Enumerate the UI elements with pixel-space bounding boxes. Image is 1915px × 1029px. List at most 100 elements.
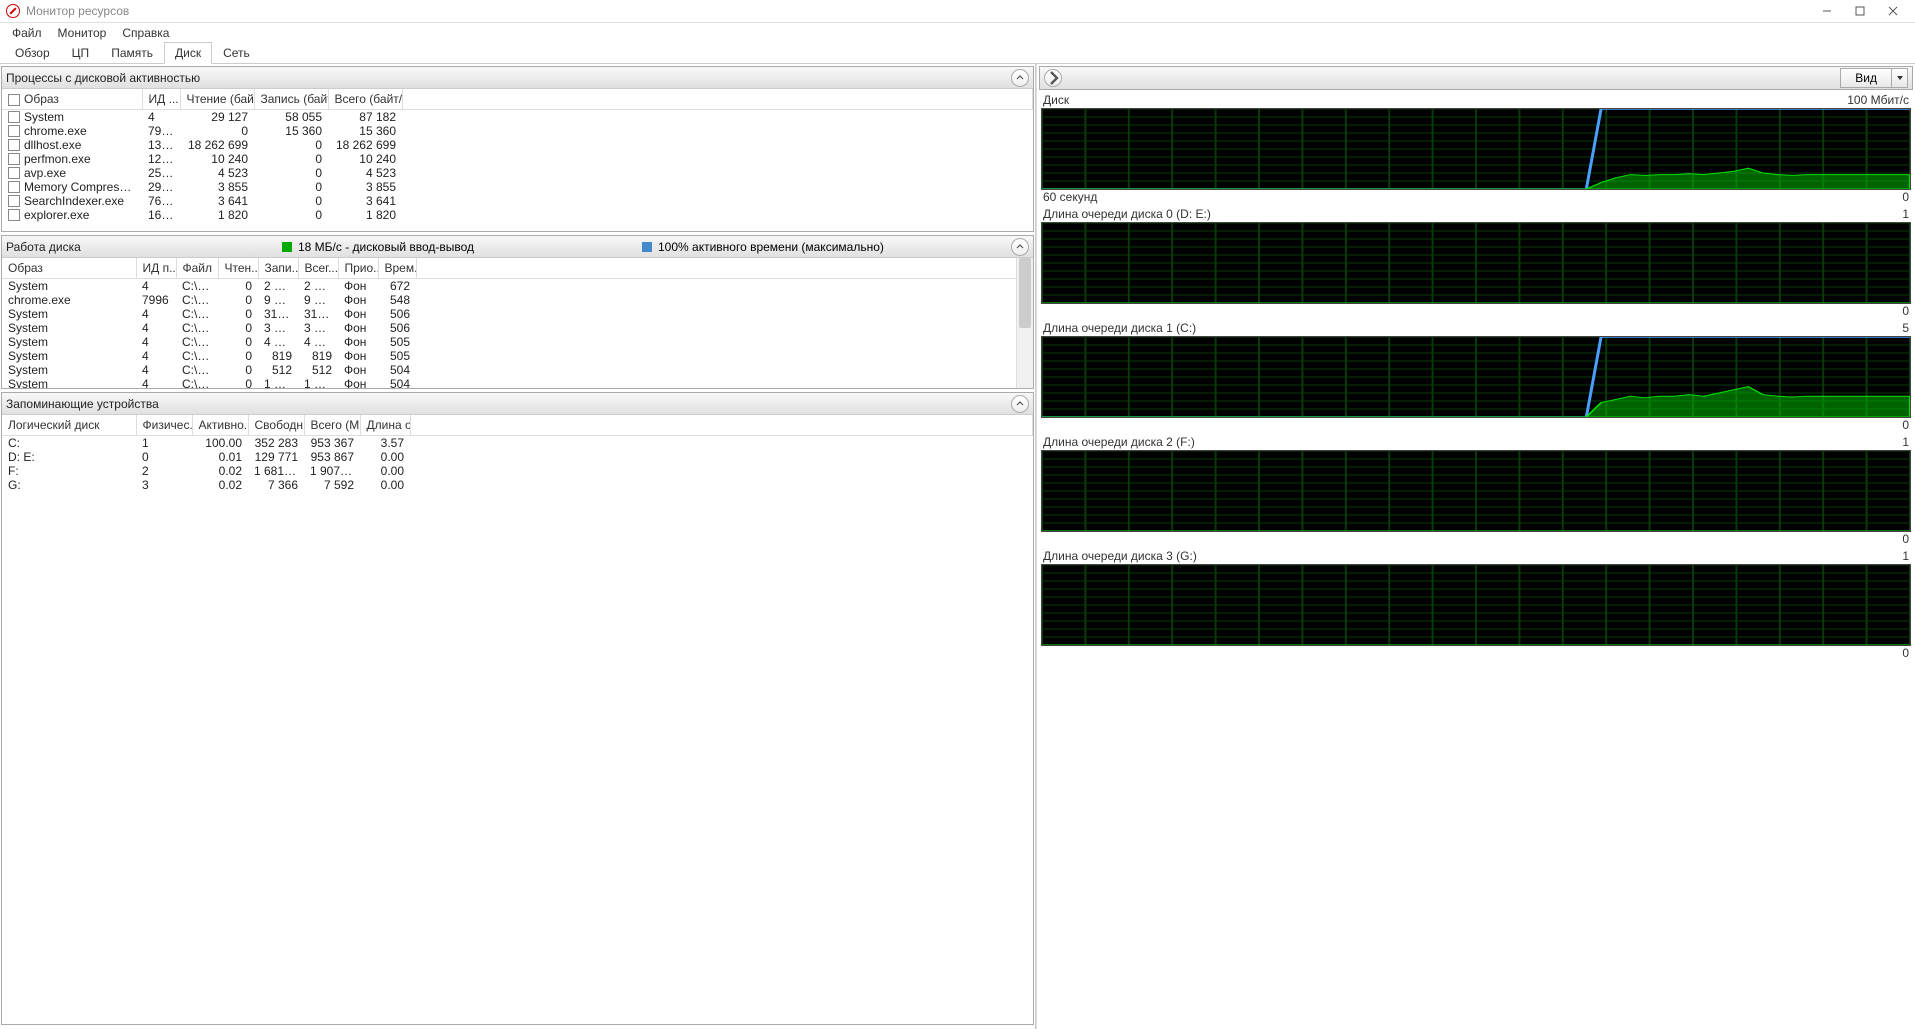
legend-green-icon xyxy=(282,242,292,252)
chart-block: Длина очереди диска 1 (C:)5 0 xyxy=(1041,320,1911,432)
row-checkbox[interactable] xyxy=(8,209,20,221)
col-prio[interactable]: Прио... xyxy=(338,258,378,278)
chart-title: Длина очереди диска 1 (C:) xyxy=(1043,321,1196,335)
table-row[interactable]: perfmon.exe124...10 240010 240 xyxy=(2,152,1033,166)
table-row[interactable]: SearchIndexer.exe76723 64103 641 xyxy=(2,194,1033,208)
chart-max: 5 xyxy=(1902,321,1909,335)
col-free[interactable]: Свободн... xyxy=(248,415,304,435)
collapse-icon[interactable] xyxy=(1011,69,1029,87)
titlebar[interactable]: Монитор ресурсов xyxy=(0,0,1915,23)
chart-title: Длина очереди диска 2 (F:) xyxy=(1043,435,1195,449)
minimize-button[interactable] xyxy=(1811,1,1843,21)
chart-canvas xyxy=(1041,108,1911,190)
row-checkbox[interactable] xyxy=(8,195,20,207)
table-row[interactable]: System4C:\W...01 3651 365Фон504 xyxy=(2,377,1033,389)
tab-memory[interactable]: Память xyxy=(100,42,164,63)
table-row[interactable]: dllhost.exe136...18 262 699018 262 699 xyxy=(2,138,1033,152)
maximize-button[interactable] xyxy=(1844,1,1876,21)
table-row[interactable]: System4C:\Us...02 7312 731Фон672 xyxy=(2,278,1033,293)
chart-right-footer: 0 xyxy=(1902,532,1909,546)
col-active[interactable]: Активно... xyxy=(192,415,248,435)
legend-blue-icon xyxy=(642,242,652,252)
view-button[interactable]: Вид xyxy=(1840,68,1892,88)
table-row[interactable]: F:20.021 681 7331 907 4940.00 xyxy=(2,464,1033,478)
col-file[interactable]: Файл xyxy=(176,258,218,278)
col-total[interactable]: Всего (МБ) xyxy=(304,415,360,435)
menubar: Файл Монитор Справка xyxy=(0,23,1915,42)
table-row[interactable]: G:30.027 3667 5920.00 xyxy=(2,478,1033,492)
window-title: Монитор ресурсов xyxy=(26,4,129,18)
section-disk-activity: Работа диска 18 МБ/с - дисковый ввод-выв… xyxy=(1,235,1034,389)
row-checkbox[interactable] xyxy=(8,111,20,123)
tab-disk[interactable]: Диск xyxy=(164,42,212,64)
resource-monitor-window: Монитор ресурсов Файл Монитор Справка Об… xyxy=(0,0,1915,1029)
col-queue[interactable]: Длина о... xyxy=(360,415,410,435)
view-dropdown-icon[interactable] xyxy=(1892,68,1908,88)
section-storage-header[interactable]: Запоминающие устройства xyxy=(2,393,1033,415)
table-header-row[interactable]: Логический диск Физичес... Активно... Св… xyxy=(2,415,1033,435)
left-panel: Процессы с дисковой активностью Образ ИД… xyxy=(0,64,1036,1029)
chart-title: Длина очереди диска 3 (G:) xyxy=(1043,549,1197,563)
table-row[interactable]: D: E:00.01129 771953 8670.00 xyxy=(2,450,1033,464)
menu-file[interactable]: Файл xyxy=(4,24,50,42)
col-pid[interactable]: ИД ... xyxy=(142,89,180,109)
col-physical[interactable]: Физичес... xyxy=(136,415,192,435)
col-read[interactable]: Чтен... xyxy=(218,258,258,278)
chart-block: Длина очереди диска 3 (G:)1 0 xyxy=(1041,548,1911,660)
table-row[interactable]: System4C:\Us...04 0964 096Фон505 xyxy=(2,335,1033,349)
section-disk-activity-header[interactable]: Работа диска 18 МБ/с - дисковый ввод-выв… xyxy=(2,236,1033,258)
chart-max: 100 Мбит/с xyxy=(1847,93,1909,107)
row-checkbox[interactable] xyxy=(8,167,20,179)
vertical-scrollbar[interactable] xyxy=(1016,258,1033,388)
chart-canvas xyxy=(1041,564,1911,646)
col-write[interactable]: Запи... xyxy=(258,258,298,278)
table-row[interactable]: chrome.exe7996015 36015 360 xyxy=(2,124,1033,138)
chart-title: Диск xyxy=(1043,93,1069,107)
menu-monitor[interactable]: Монитор xyxy=(50,24,115,42)
chart-max: 1 xyxy=(1902,435,1909,449)
table-header-row[interactable]: Образ ИД п... Файл Чтен... Запи... Всег.… xyxy=(2,258,1033,278)
table-row[interactable]: explorer.exe160...1 82001 820 xyxy=(2,208,1033,222)
col-image[interactable]: Образ xyxy=(2,89,142,109)
table-row[interactable]: C:1100.00352 283953 3673.57 xyxy=(2,435,1033,450)
expand-left-icon[interactable] xyxy=(1044,69,1062,87)
col-image[interactable]: Образ xyxy=(2,258,136,278)
close-button[interactable] xyxy=(1877,1,1909,21)
collapse-icon[interactable] xyxy=(1011,238,1029,256)
section-processes-title: Процессы с дисковой активностью xyxy=(6,71,200,85)
col-logical[interactable]: Логический диск xyxy=(2,415,136,435)
menu-help[interactable]: Справка xyxy=(114,24,177,42)
row-checkbox[interactable] xyxy=(8,181,20,193)
section-disk-activity-title: Работа диска xyxy=(6,240,81,254)
table-row[interactable]: avp.exe25324 52304 523 xyxy=(2,166,1033,180)
col-total[interactable]: Всег... xyxy=(298,258,338,278)
tab-cpu[interactable]: ЦП xyxy=(61,42,101,63)
col-pid[interactable]: ИД п... xyxy=(136,258,176,278)
section-storage: Запоминающие устройства Логический диск … xyxy=(1,392,1034,1025)
table-row[interactable]: System4C:\W...0819819Фон505 xyxy=(2,349,1033,363)
table-header-row[interactable]: Образ ИД ... Чтение (байт/с) Запись (бай… xyxy=(2,89,1033,109)
col-write[interactable]: Запись (байт/с) xyxy=(254,89,328,109)
tabbar: Обзор ЦП Память Диск Сеть xyxy=(0,42,1915,64)
tab-overview[interactable]: Обзор xyxy=(4,42,61,63)
section-processes-header[interactable]: Процессы с дисковой активностью xyxy=(2,67,1033,89)
collapse-icon[interactable] xyxy=(1011,395,1029,413)
table-row[interactable]: System429 12758 05587 182 xyxy=(2,109,1033,124)
tab-network[interactable]: Сеть xyxy=(212,42,261,63)
disk-activity-table: Образ ИД п... Файл Чтен... Запи... Всег.… xyxy=(2,258,1033,388)
col-read[interactable]: Чтение (байт/с) xyxy=(180,89,254,109)
col-time[interactable]: Врем... xyxy=(378,258,416,278)
checkbox-all[interactable] xyxy=(8,94,20,106)
table-row[interactable]: System4C:\Pr...031 32231 322Фон506 xyxy=(2,307,1033,321)
table-row[interactable]: System4C:\Pr...03 5273 527Фон506 xyxy=(2,321,1033,335)
row-checkbox[interactable] xyxy=(8,125,20,137)
right-panel: Вид Диск100 Мбит/с 60 секунд0 Длина очер… xyxy=(1036,64,1915,1029)
col-total[interactable]: Всего (байт/с) xyxy=(328,89,402,109)
table-row[interactable]: Memory Compression29323 85503 855 xyxy=(2,180,1033,194)
row-checkbox[interactable] xyxy=(8,139,20,151)
table-row[interactable]: System4C:\W...0512512Фон504 xyxy=(2,363,1033,377)
storage-table: Логический диск Физичес... Активно... Св… xyxy=(2,415,1033,492)
row-checkbox[interactable] xyxy=(8,153,20,165)
chart-block: Длина очереди диска 2 (F:) 1 0 xyxy=(1041,434,1911,546)
table-row[interactable]: chrome.exe7996C:\Us...09 3629 362Фон548 xyxy=(2,293,1033,307)
